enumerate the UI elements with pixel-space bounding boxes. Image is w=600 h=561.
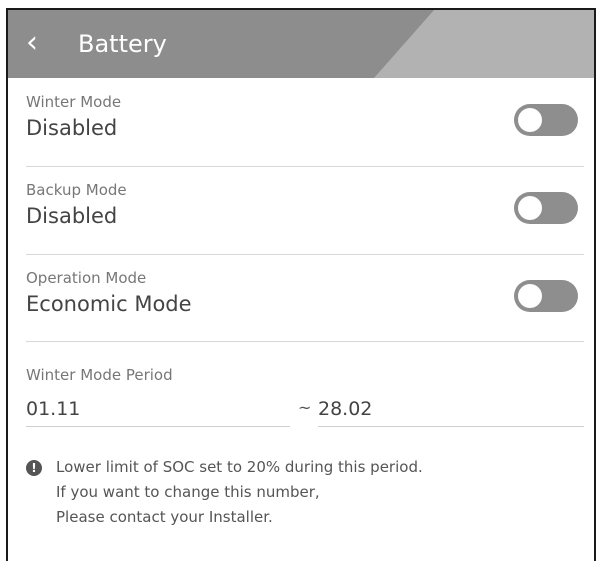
setting-value: Disabled <box>26 204 118 228</box>
period-end-field[interactable]: 28.02 <box>318 392 584 427</box>
period-start-field[interactable]: 01.11 <box>26 392 290 427</box>
setting-row-operation-mode: Operation Mode Economic Mode <box>26 254 584 342</box>
page-title: Battery <box>78 30 167 58</box>
period-label: Winter Mode Period <box>26 366 173 384</box>
chevron-left-icon: ‹ <box>26 25 38 60</box>
winter-mode-toggle[interactable] <box>514 104 578 136</box>
toggle-knob <box>518 196 542 220</box>
setting-label: Operation Mode <box>26 269 147 287</box>
setting-value: Disabled <box>26 116 118 140</box>
setting-value: Economic Mode <box>26 292 192 316</box>
notice-line: Lower limit of SOC set to 20% during thi… <box>56 458 423 476</box>
setting-row-backup-mode: Backup Mode Disabled <box>26 166 584 255</box>
battery-screen: ‹ Battery Winter Mode Disabled Backup Mo… <box>6 8 596 561</box>
toggle-knob <box>518 284 542 308</box>
notice-line: If you want to change this number, <box>56 483 320 501</box>
notice-line: Please contact your Installer. <box>56 508 273 526</box>
period-separator: ~ <box>298 398 312 417</box>
operation-mode-toggle[interactable] <box>514 280 578 312</box>
exclamation-circle-icon: ! <box>26 460 42 476</box>
back-button[interactable]: ‹ <box>26 26 50 60</box>
setting-label: Winter Mode <box>26 93 122 111</box>
header-bar: ‹ Battery <box>8 10 594 78</box>
backup-mode-toggle[interactable] <box>514 192 578 224</box>
setting-row-winter-mode: Winter Mode Disabled <box>26 78 584 167</box>
header-decoration <box>374 10 594 78</box>
toggle-knob <box>518 108 542 132</box>
winter-mode-period: Winter Mode Period 01.11 ~ 28.02 <box>26 352 584 432</box>
setting-label: Backup Mode <box>26 181 127 199</box>
